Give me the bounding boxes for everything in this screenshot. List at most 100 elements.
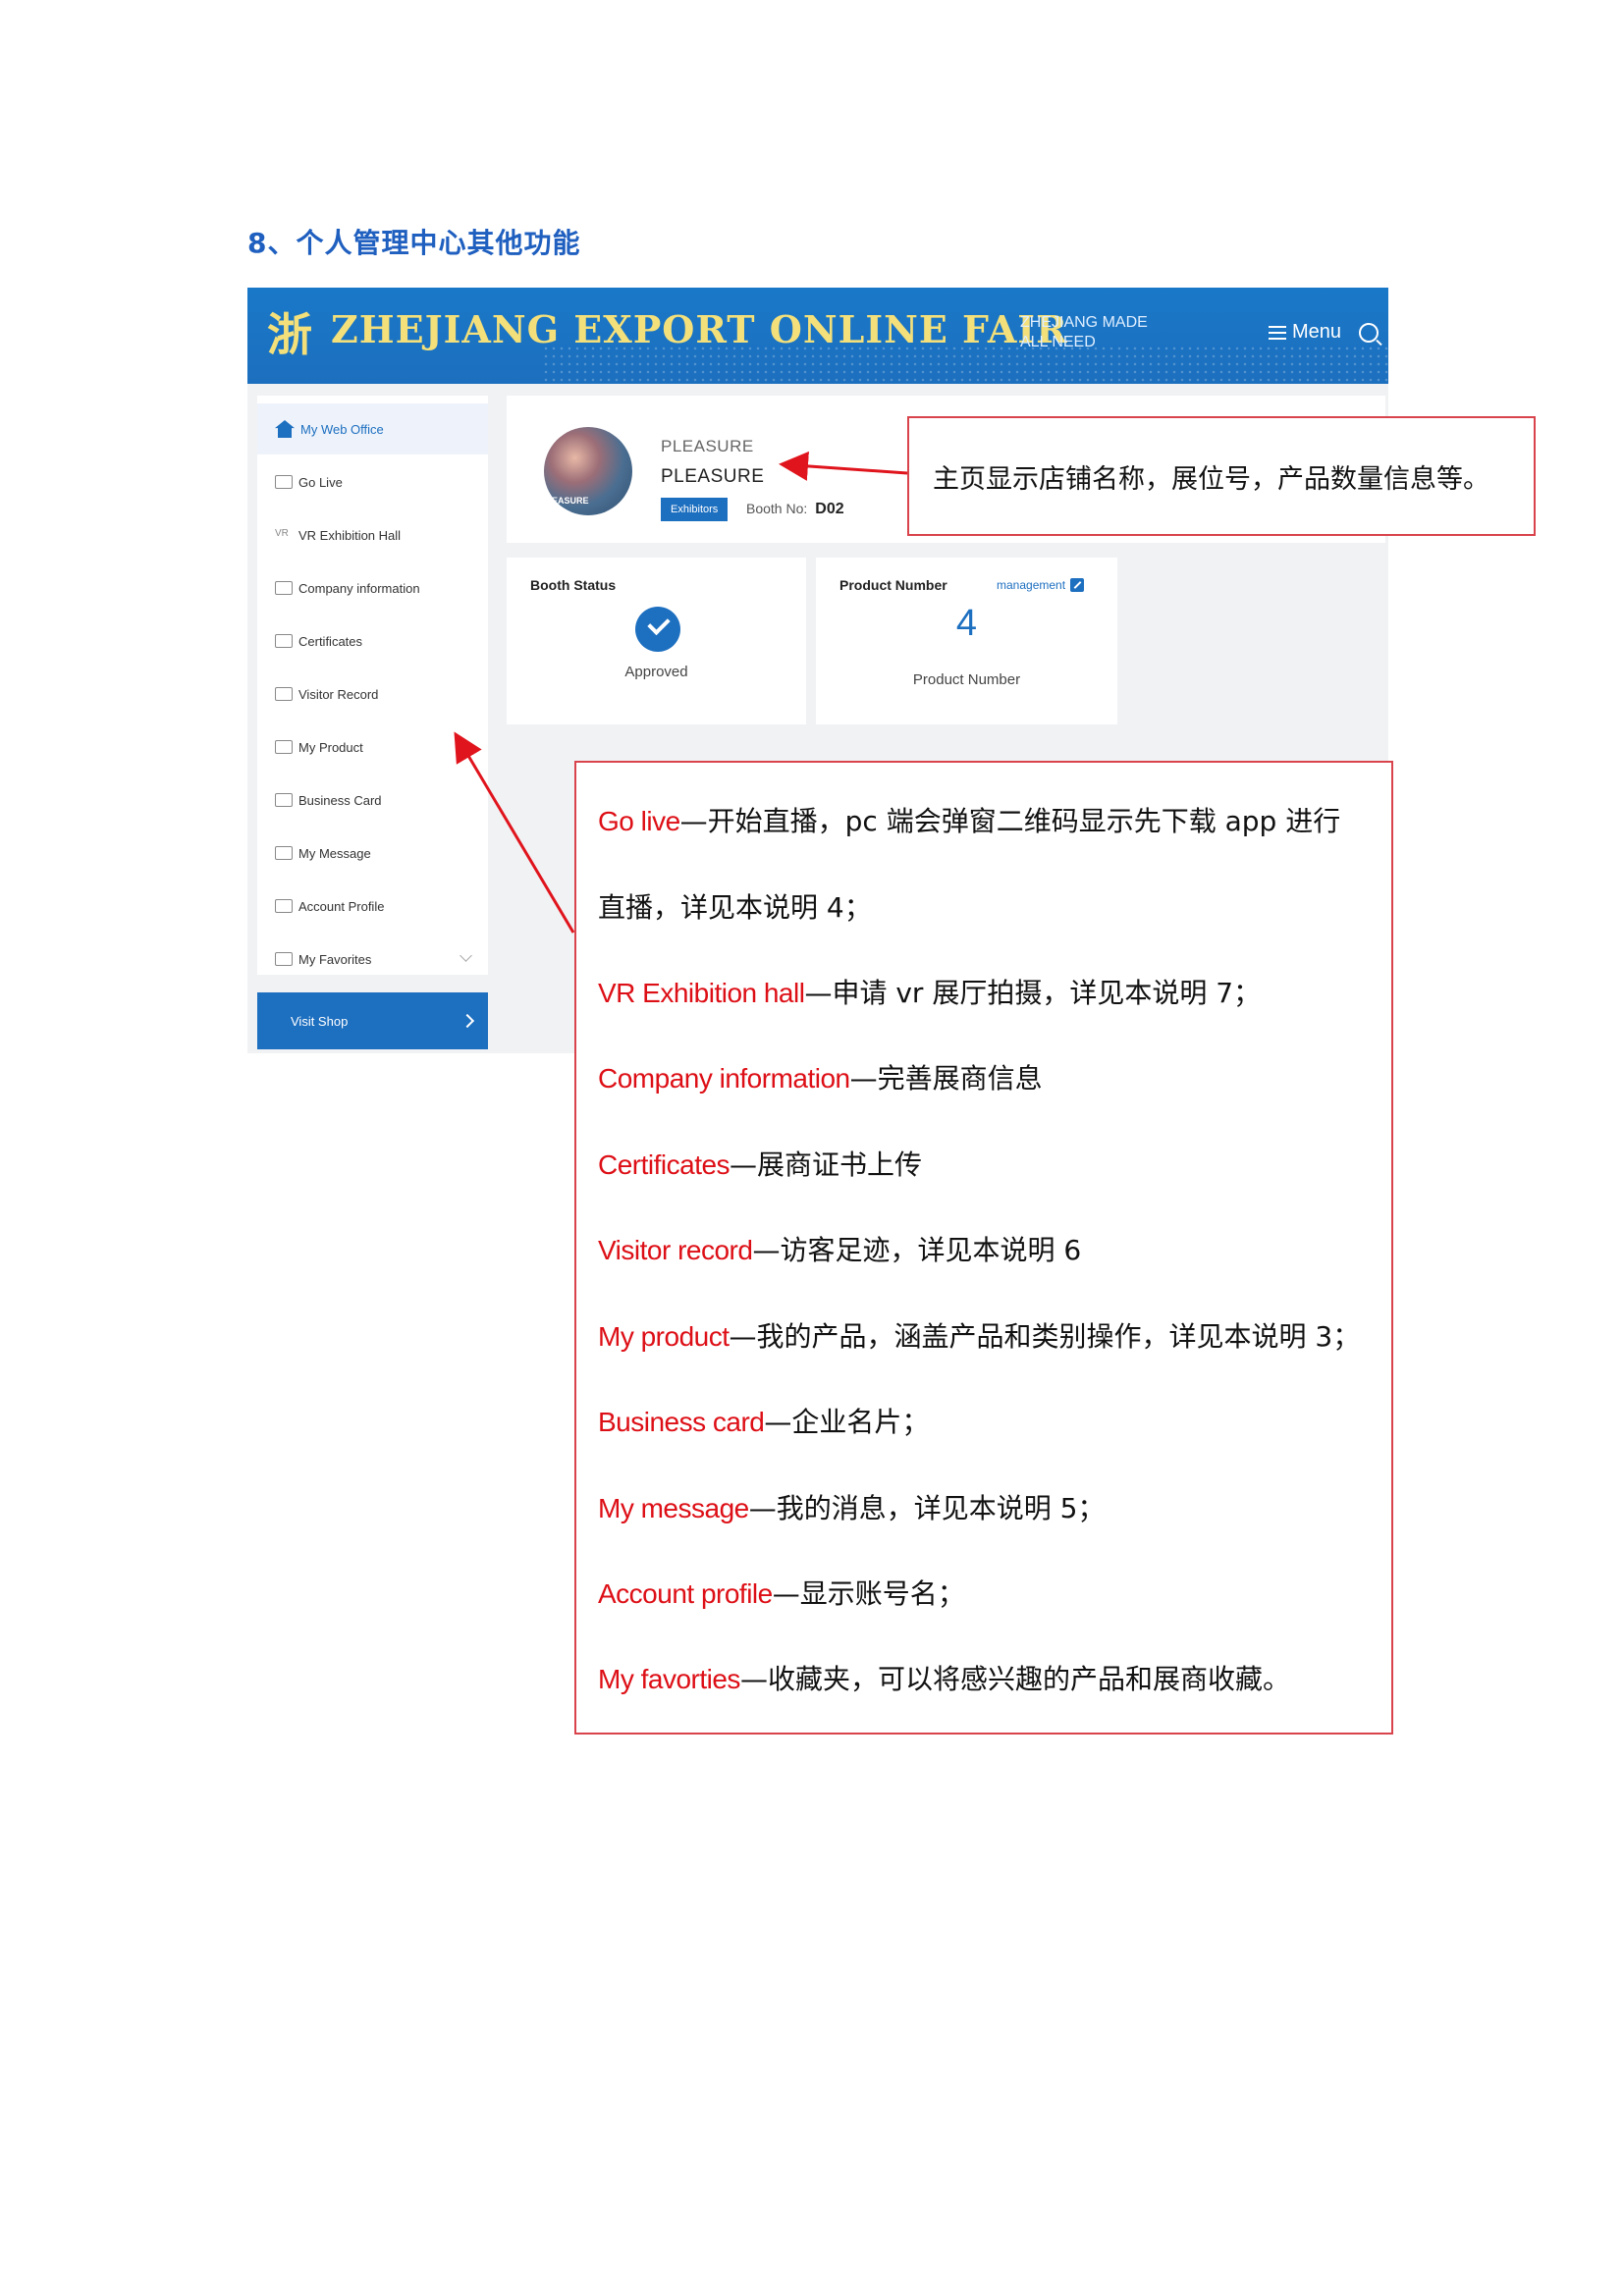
sidebar-item-my-favorites[interactable]: My Favorites (257, 934, 488, 985)
home-icon (275, 420, 295, 438)
booth-status-value: Approved (624, 664, 688, 680)
section-title: 8、个人管理中心其他功能 (247, 227, 581, 259)
sidebar-item-label: Certificates (298, 633, 363, 649)
booth-status-title: Booth Status (530, 577, 617, 593)
desc-text: —完善展商信息 (849, 1062, 1043, 1095)
desc-term: Business card (598, 1407, 765, 1437)
annotation-text: 主页显示店铺名称，展位号，产品数量信息等。 (933, 464, 1489, 495)
desc-business-card: Business card—企业名片； (598, 1401, 929, 1440)
sidebar-item-my-message[interactable]: My Message (257, 828, 488, 879)
sidebar: My Web Office Go Live VR VR Exhibition H… (257, 396, 488, 975)
site-logo-icon[interactable]: 浙 (267, 305, 312, 360)
product-number-caption: Product Number (912, 671, 1021, 688)
avatar: EASURE (544, 427, 632, 515)
sidebar-item-vr-exhibition-hall[interactable]: VR VR Exhibition Hall (257, 509, 488, 561)
sidebar-item-label: Company information (298, 580, 420, 596)
management-label: management (997, 578, 1066, 592)
shop-name: PLEASURE (661, 466, 765, 487)
hamburger-icon (1269, 325, 1286, 340)
desc-account-profile: Account profile—显示账号名； (598, 1573, 965, 1612)
desc-visitor-record: Visitor record—访客足迹，详见本说明 6 (598, 1229, 1081, 1268)
desc-vr-exhibition-hall: VR Exhibition hall—申请 vr 展厅拍摄，详见本说明 7； (598, 972, 1261, 1011)
edit-icon (1070, 578, 1085, 592)
shop-name-small: PLEASURE (661, 437, 754, 455)
sidebar-item-visitor-record[interactable]: Visitor Record (257, 668, 488, 720)
desc-term: Certificates (598, 1149, 730, 1180)
sidebar-item-my-product[interactable]: My Product (257, 721, 488, 773)
desc-certificates: Certificates—展商证书上传 (598, 1144, 922, 1183)
sidebar-item-business-card[interactable]: Business Card (257, 774, 488, 826)
building-icon (275, 581, 293, 595)
avatar-text: EASURE (552, 496, 589, 506)
certificate-icon (275, 634, 293, 648)
booth-value: D02 (815, 501, 844, 517)
sidebar-item-company-information[interactable]: Company information (257, 562, 488, 614)
sidebar-item-my-web-office[interactable]: My Web Office (257, 403, 488, 454)
tagline-line-1: ZHEJIANG MADE (1020, 314, 1148, 331)
tagline-line-2: ALL NEED (1020, 334, 1096, 350)
sidebar-item-label: VR Exhibition Hall (298, 527, 402, 543)
desc-text: —我的消息，详见本说明 5； (748, 1492, 1106, 1524)
sidebar-item-account-profile[interactable]: Account Profile (257, 881, 488, 932)
desc-text: —企业名片； (764, 1406, 930, 1438)
desc-text: —开始直播，pc 端会弹窗二维码显示先下载 app 进行 (679, 805, 1341, 837)
id-card-icon (275, 793, 293, 807)
desc-my-message: My message—我的消息，详见本说明 5； (598, 1487, 1105, 1526)
desc-term: My product (598, 1321, 730, 1352)
folder-icon (275, 952, 293, 966)
annotation-homepage-note: 主页显示店铺名称，展位号，产品数量信息等。 (907, 416, 1536, 536)
desc-text: —显示账号名； (772, 1577, 965, 1610)
desc-go-live-cont: 直播，详见本说明 4； (598, 886, 872, 926)
desc-term: Visitor record (598, 1235, 753, 1265)
booth-status-card: Booth Status Approved (507, 558, 806, 724)
product-count: 4 (955, 603, 978, 644)
desc-term: Go live (598, 806, 680, 836)
exhibitor-badge: Exhibitors (661, 498, 729, 521)
desc-term: VR Exhibition hall (598, 978, 805, 1008)
desc-text: —收藏夹，可以将感兴趣的产品和展商收藏。 (739, 1663, 1290, 1695)
profile-icon (275, 899, 293, 913)
desc-my-product: My product—我的产品，涵盖产品和类别操作，详见本说明 3； (598, 1315, 1360, 1355)
sidebar-item-label: Go Live (298, 474, 343, 490)
site-tagline: ZHEJIANG MADE ALL NEED (1020, 313, 1167, 352)
sidebar-item-label: Account Profile (298, 898, 385, 914)
desc-text: —申请 vr 展厅拍摄，详见本说明 7； (804, 977, 1262, 1009)
menu-label: Menu (1292, 321, 1342, 343)
sidebar-item-label: My Message (298, 845, 371, 861)
message-icon (275, 846, 293, 860)
sidebar-item-label: Business Card (298, 792, 382, 808)
visit-shop-button[interactable]: Visit Shop (257, 992, 488, 1049)
vr-icon: VR (275, 528, 289, 539)
sidebar-item-certificates[interactable]: Certificates (257, 615, 488, 667)
desc-term: Account profile (598, 1578, 773, 1609)
sidebar-item-label: My Favorites (298, 951, 372, 967)
sidebar-item-label: My Web Office (300, 421, 384, 437)
desc-term: My message (598, 1493, 749, 1523)
logo-char: 浙 (267, 308, 312, 360)
site-title: ZHEJIANG EXPORT ONLINE FAIR (331, 307, 1068, 351)
visit-shop-label: Visit Shop (291, 1013, 349, 1029)
users-icon (275, 687, 293, 701)
desc-text: —展商证书上传 (730, 1148, 923, 1181)
management-link[interactable]: management (997, 578, 1085, 592)
sidebar-item-label: My Product (298, 739, 363, 755)
desc-my-favorites: My favorties—收藏夹，可以将感兴趣的产品和展商收藏。 (598, 1658, 1290, 1697)
product-number-title: Product Number (839, 577, 947, 593)
site-header: 浙 ZHEJIANG EXPORT ONLINE FAIR ZHEJIANG M… (247, 288, 1388, 384)
desc-go-live: Go live—开始直播，pc 端会弹窗二维码显示先下载 app 进行 (598, 800, 1340, 839)
sidebar-item-go-live[interactable]: Go Live (257, 456, 488, 507)
search-icon[interactable] (1359, 323, 1379, 343)
product-number-card: Product Number management 4 Product Numb… (816, 558, 1117, 724)
product-icon (275, 740, 293, 754)
desc-term: Company information (598, 1063, 850, 1094)
desc-text: 直播，详见本说明 4； (598, 891, 872, 924)
booth-number: Booth No: D02 (746, 501, 844, 518)
desc-term: My favorties (598, 1664, 740, 1694)
booth-label: Booth No: (746, 501, 808, 516)
chevron-right-icon (460, 1013, 475, 1029)
menu-button[interactable]: Menu (1269, 321, 1341, 344)
sidebar-item-label: Visitor Record (298, 686, 379, 702)
video-icon (275, 475, 293, 489)
feature-descriptions: Go live—开始直播，pc 端会弹窗二维码显示先下载 app 进行 直播，详… (574, 761, 1393, 1735)
desc-text: —访客足迹，详见本说明 6 (752, 1234, 1082, 1266)
